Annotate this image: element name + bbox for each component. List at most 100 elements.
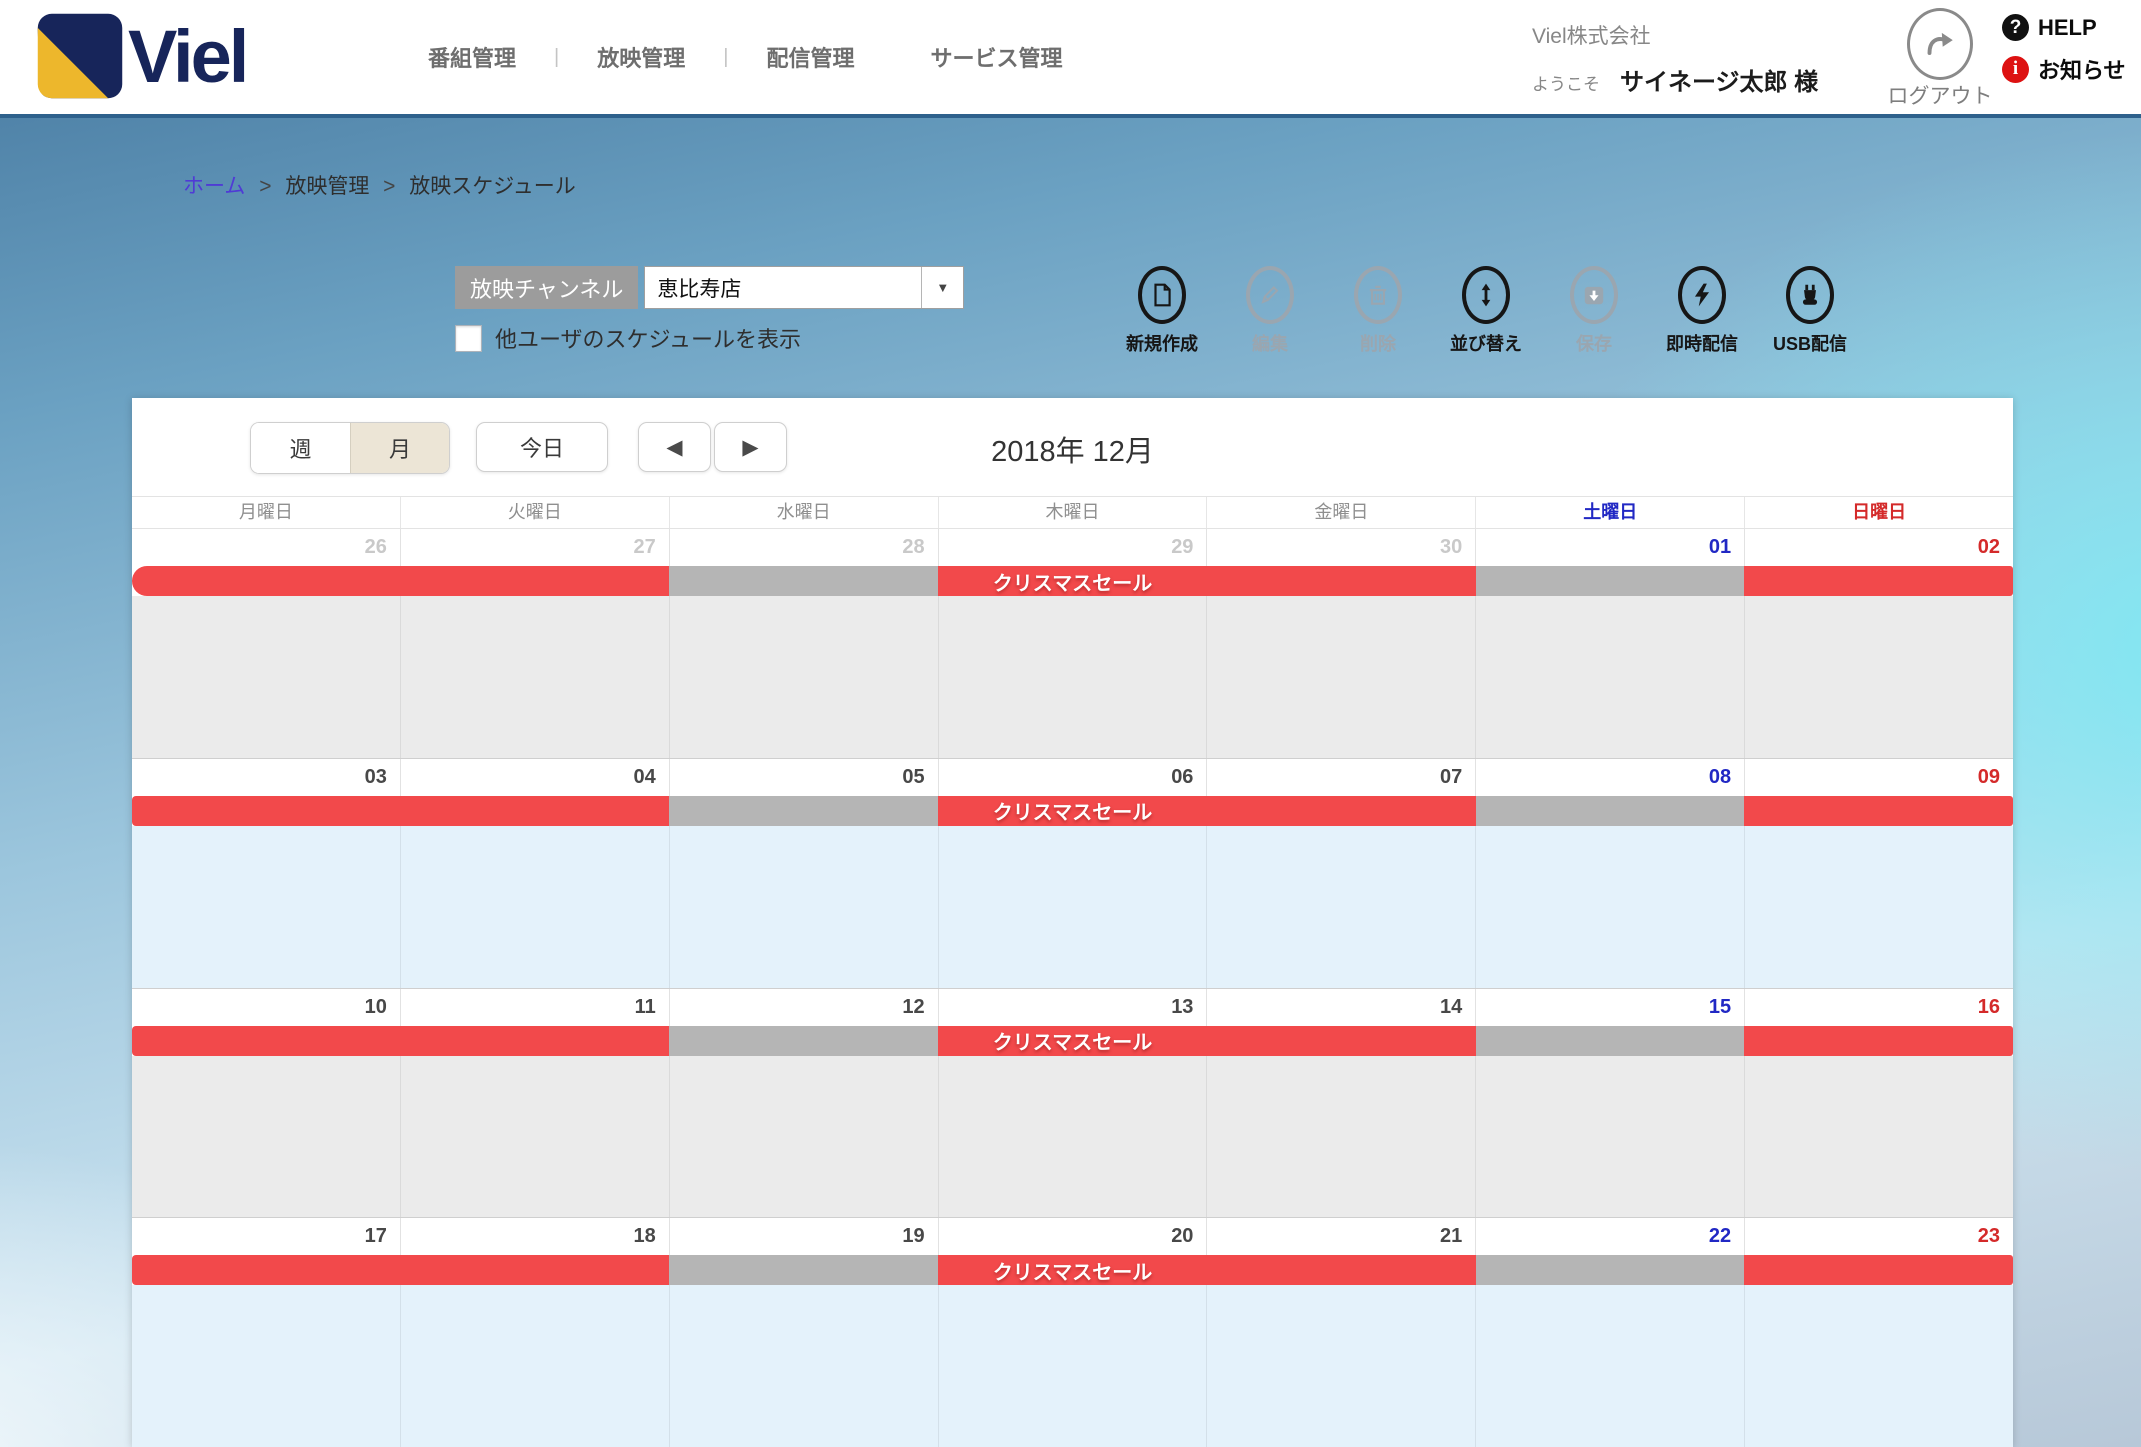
- day-header-4: 金曜日: [1206, 497, 1475, 528]
- other-users-checkbox-label: 他ユーザのスケジュールを表示: [495, 322, 801, 354]
- help-link[interactable]: ? HELP: [2002, 14, 2126, 41]
- day-cell: [400, 826, 669, 988]
- info-icon: i: [2002, 56, 2029, 83]
- event-segment[interactable]: [669, 1026, 938, 1056]
- breadcrumb: ホーム > 放映管理 > 放映スケジュール: [183, 170, 576, 200]
- toolbar-button-label: 即時配信: [1648, 330, 1756, 356]
- event-segment[interactable]: [401, 1255, 670, 1285]
- event-segment[interactable]: [132, 566, 401, 596]
- trash-icon: [1365, 282, 1391, 308]
- schedule-event-bar[interactable]: クリスマスセール: [132, 1026, 2013, 1056]
- nav-item-2[interactable]: 配信管理: [728, 41, 892, 73]
- date-cell: 27: [400, 529, 669, 566]
- main-nav: 番組管理|放映管理|配信管理サービス管理: [390, 0, 1100, 114]
- toolbar-new-document-button[interactable]: 新規作成: [1108, 266, 1216, 356]
- event-segment[interactable]: [669, 566, 938, 596]
- breadcrumb-home-link[interactable]: ホーム: [183, 175, 245, 198]
- day-cell: [669, 1056, 938, 1218]
- event-segment[interactable]: クリスマスセール: [938, 566, 1207, 596]
- user-block: Viel株式会社 ようこそ サイネージ太郎 様: [1532, 20, 1818, 97]
- logo-text: Viel: [128, 14, 246, 99]
- day-cell: [938, 1056, 1207, 1218]
- event-segment[interactable]: [669, 1255, 938, 1285]
- event-segment[interactable]: [401, 566, 670, 596]
- event-segment[interactable]: [132, 1255, 401, 1285]
- day-cell: [1744, 826, 2013, 988]
- nav-item-3[interactable]: サービス管理: [892, 41, 1100, 73]
- schedule-event-bar[interactable]: クリスマスセール: [132, 1255, 2013, 1285]
- day-cell: [400, 596, 669, 758]
- logo[interactable]: Viel: [36, 12, 246, 100]
- date-cell: 05: [669, 759, 938, 796]
- day-cell: [1744, 1056, 2013, 1218]
- nav-item-label: サービス管理: [930, 46, 1062, 71]
- event-segment[interactable]: クリスマスセール: [938, 1255, 1207, 1285]
- event-segment[interactable]: [1476, 1026, 1745, 1056]
- day-cell: [1744, 1285, 2013, 1447]
- date-cell: 08: [1475, 759, 1744, 796]
- date-cell: 07: [1206, 759, 1475, 796]
- logout-button[interactable]: ログアウト: [1880, 8, 2000, 110]
- week-row-0: 26272829300102クリスマスセール: [132, 529, 2013, 758]
- toolbar-button-label: USB配信: [1756, 330, 1864, 356]
- filters: 放映チャンネル 恵比寿店 ▼ 他ユーザのスケジュールを表示: [455, 266, 964, 354]
- company-name: Viel株式会社: [1532, 20, 1818, 50]
- chevron-down-icon[interactable]: ▼: [921, 267, 963, 308]
- event-segment[interactable]: [132, 1026, 401, 1056]
- event-segment[interactable]: [1744, 1026, 2013, 1056]
- event-segment[interactable]: [1476, 566, 1745, 596]
- nav-item-0[interactable]: 番組管理: [390, 41, 554, 73]
- day-header-1: 火曜日: [400, 497, 669, 528]
- date-cell: 18: [400, 1218, 669, 1255]
- event-segment[interactable]: [1476, 1255, 1745, 1285]
- date-cell: 02: [1744, 529, 2013, 566]
- date-cell: 28: [669, 529, 938, 566]
- event-segment[interactable]: クリスマスセール: [938, 1026, 1207, 1056]
- event-segment[interactable]: クリスマスセール: [938, 796, 1207, 826]
- event-segment[interactable]: [1207, 796, 1476, 826]
- calendar-title: 2018年 12月: [132, 428, 2013, 470]
- breadcrumb-separator: >: [383, 175, 395, 198]
- day-cells: [132, 1285, 2013, 1447]
- help-label: HELP: [2038, 15, 2097, 41]
- day-cell: [1206, 596, 1475, 758]
- event-title: クリスマスセール: [938, 566, 1207, 596]
- date-cell: 10: [132, 989, 400, 1026]
- date-cell: 14: [1206, 989, 1475, 1026]
- nav-item-1[interactable]: 放映管理: [559, 41, 723, 73]
- day-cell: [669, 1285, 938, 1447]
- event-segment[interactable]: [401, 796, 670, 826]
- notice-link[interactable]: i お知らせ: [2002, 53, 2126, 85]
- event-segment[interactable]: [1207, 1026, 1476, 1056]
- event-segment[interactable]: [1207, 1255, 1476, 1285]
- event-segment[interactable]: [669, 796, 938, 826]
- event-segment[interactable]: [132, 796, 401, 826]
- event-segment[interactable]: [1744, 796, 2013, 826]
- breadcrumb-separator: >: [259, 175, 271, 198]
- toolbar-button-label: 編集: [1216, 330, 1324, 356]
- event-segment[interactable]: [1744, 1255, 2013, 1285]
- toolbar-usb-button[interactable]: USB配信: [1756, 266, 1864, 356]
- event-segment[interactable]: [1476, 796, 1745, 826]
- date-cell: 09: [1744, 759, 2013, 796]
- event-segment[interactable]: [1207, 566, 1476, 596]
- usb-icon: [1797, 282, 1823, 308]
- day-cells: [132, 596, 2013, 758]
- event-segment[interactable]: [401, 1026, 670, 1056]
- date-cell: 01: [1475, 529, 1744, 566]
- breadcrumb-level2: 放映スケジュール: [409, 175, 576, 198]
- schedule-event-bar[interactable]: クリスマスセール: [132, 796, 2013, 826]
- day-header-5: 土曜日: [1475, 497, 1744, 528]
- day-cell: [1475, 1285, 1744, 1447]
- help-block: ? HELP i お知らせ: [2002, 14, 2126, 97]
- other-users-checkbox[interactable]: [455, 325, 482, 352]
- event-segment[interactable]: [1744, 566, 2013, 596]
- schedule-event-bar[interactable]: クリスマスセール: [132, 566, 2013, 596]
- date-cell: 12: [669, 989, 938, 1026]
- date-strip: 17181920212223: [132, 1218, 2013, 1255]
- toolbar-lightning-button[interactable]: 即時配信: [1648, 266, 1756, 356]
- week-row-3: 17181920212223クリスマスセール: [132, 1217, 2013, 1447]
- toolbar-sort-vertical-button[interactable]: 並び替え: [1432, 266, 1540, 356]
- week-row-1: 03040506070809クリスマスセール: [132, 758, 2013, 988]
- channel-select[interactable]: 恵比寿店 ▼: [644, 266, 964, 309]
